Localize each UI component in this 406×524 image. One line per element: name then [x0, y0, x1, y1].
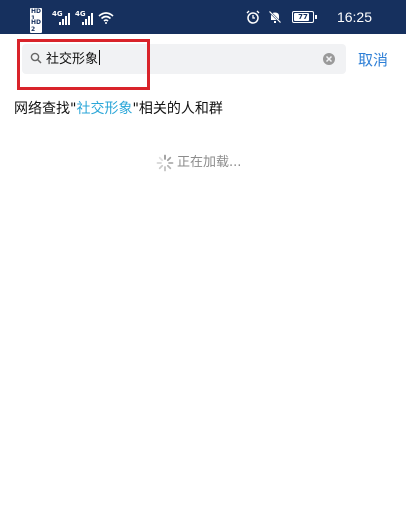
search-query: 社交形象: [46, 52, 99, 67]
search-bar: 社交形象 取消: [0, 34, 406, 90]
hint-suffix: "相关的人和群: [132, 101, 223, 117]
signal-icon: [59, 13, 70, 25]
spinner-icon: [156, 154, 174, 172]
sim2-indicator: HD 2: [30, 19, 43, 33]
hint-keyword: 社交形象: [76, 101, 133, 117]
wifi-icon: [98, 12, 114, 24]
clock: 16:25: [336, 9, 372, 25]
hint-prefix: 网络查找": [14, 101, 77, 117]
clear-icon[interactable]: [322, 52, 336, 66]
search-input[interactable]: 社交形象: [22, 44, 346, 74]
sim2-label: HD 2: [30, 19, 43, 33]
network-search-link[interactable]: 网络查找"社交形象"相关的人和群: [14, 99, 223, 119]
battery-tip: [315, 15, 317, 19]
cancel-button[interactable]: 取消: [358, 50, 388, 70]
loading-text: 正在加载...: [177, 155, 242, 170]
battery-level: 77: [298, 13, 308, 21]
status-bar: HD 1 HD 2 4G 4G: [0, 0, 406, 34]
mute-icon: [268, 10, 282, 24]
signal-icon-2: [82, 13, 93, 25]
alarm-icon: [246, 10, 260, 24]
text-caret: [99, 50, 101, 65]
search-query-wrap: 社交形象: [46, 50, 101, 69]
search-icon: [30, 52, 42, 64]
battery-icon: 77: [292, 11, 317, 23]
